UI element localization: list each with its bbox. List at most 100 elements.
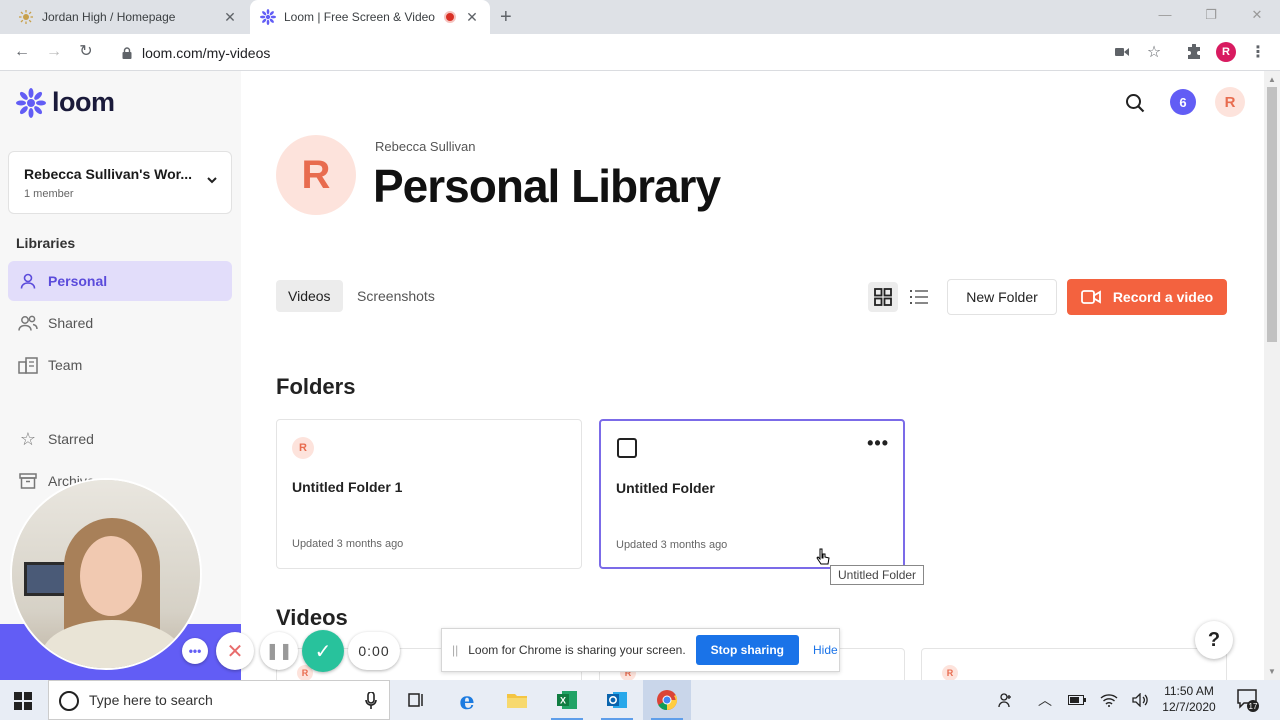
people-icon xyxy=(18,313,38,333)
list-view-toggle[interactable] xyxy=(904,282,934,312)
loom-logo[interactable]: loom xyxy=(16,87,115,118)
chevron-up-icon[interactable]: ︿ xyxy=(1034,680,1056,720)
clock-time: 11:50 AM xyxy=(1164,684,1214,698)
recording-more-button[interactable]: ••• xyxy=(182,638,208,664)
task-view-icon[interactable] xyxy=(392,680,440,720)
hide-button[interactable]: Hide xyxy=(813,643,838,657)
tab-videos[interactable]: Videos xyxy=(276,280,343,312)
sidebar-item-label: Team xyxy=(48,357,83,373)
chrome-profile-avatar[interactable]: R xyxy=(1216,42,1236,62)
search-icon[interactable] xyxy=(1125,93,1145,118)
pause-recording-button[interactable]: ❚❚ xyxy=(260,632,298,670)
list-icon xyxy=(910,290,928,304)
workspace-members: 1 member xyxy=(24,188,74,200)
cancel-recording-button[interactable]: ✕ xyxy=(216,632,254,670)
excel-icon[interactable]: X xyxy=(543,680,591,720)
folders-heading: Folders xyxy=(276,374,356,399)
folder-card[interactable]: ••• Untitled Folder Updated 3 months ago xyxy=(599,419,905,569)
close-tab-icon[interactable]: ✕ xyxy=(222,9,238,26)
folder-name: Untitled Folder 1 xyxy=(292,479,403,495)
extensions-puzzle-icon[interactable] xyxy=(1184,42,1204,62)
microphone-icon[interactable] xyxy=(365,692,377,710)
building-icon xyxy=(18,355,38,375)
select-checkbox[interactable] xyxy=(617,438,637,458)
sidebar-item-personal[interactable]: Personal xyxy=(8,261,232,301)
taskbar-search[interactable]: Type here to search xyxy=(48,680,390,720)
tab-screenshots[interactable]: Screenshots xyxy=(345,280,447,312)
folder-card[interactable]: R Untitled Folder 1 Updated 3 months ago xyxy=(276,419,582,569)
screen-share-bar: || Loom for Chrome is sharing your scree… xyxy=(441,628,840,672)
window-controls: — ❐ ✕ xyxy=(1142,0,1280,30)
grid-view-toggle[interactable] xyxy=(868,282,898,312)
workspace-name: Rebecca Sullivan's Wor... xyxy=(24,166,193,182)
share-message: Loom for Chrome is sharing your screen. xyxy=(468,643,686,657)
cortana-icon xyxy=(59,691,79,711)
sidebar-item-team[interactable]: Team xyxy=(8,345,232,385)
edge-icon[interactable]: e xyxy=(443,680,491,720)
library-owner-name: Rebecca Sullivan xyxy=(375,139,476,154)
sidebar-item-label: Shared xyxy=(48,315,94,331)
new-folder-button[interactable]: New Folder xyxy=(947,279,1057,315)
close-tab-icon[interactable]: ✕ xyxy=(464,9,480,26)
scroll-down-icon[interactable]: ▼ xyxy=(1268,667,1276,676)
scrollbar-thumb[interactable] xyxy=(1267,87,1277,342)
libraries-label: Libraries xyxy=(16,235,76,251)
tab-loom[interactable]: Loom | Free Screen & Video ✕ xyxy=(250,0,490,34)
chrome-menu-icon[interactable]: ⋮ xyxy=(1248,42,1268,62)
close-window-icon[interactable]: ✕ xyxy=(1234,0,1280,30)
video-camera-icon xyxy=(1080,290,1101,304)
folder-updated: Updated 3 months ago xyxy=(292,538,404,550)
minimize-icon[interactable]: — xyxy=(1142,0,1188,30)
address-bar-row: ← → ↻ loom.com/my-videos ☆ R ⋮ xyxy=(0,34,1280,71)
drag-handle-icon[interactable]: || xyxy=(452,643,458,657)
folder-name: Untitled Folder xyxy=(616,480,715,496)
tab-title: Loom | Free Screen & Video xyxy=(284,10,435,24)
workspace-switcher[interactable]: Rebecca Sullivan's Wor... 1 member xyxy=(8,151,232,214)
wifi-icon[interactable] xyxy=(1098,680,1120,720)
page-scrollbar[interactable]: ▲ ▼ xyxy=(1264,71,1280,680)
chrome-icon[interactable] xyxy=(643,680,691,720)
webcam-bubble[interactable] xyxy=(10,478,202,670)
outlook-icon[interactable] xyxy=(593,680,641,720)
stop-sharing-button[interactable]: Stop sharing xyxy=(695,635,800,665)
volume-icon[interactable] xyxy=(1130,680,1152,720)
library-avatar: R xyxy=(276,135,356,215)
windows-taskbar: Type here to search e X ︿ 11:50 AM 12/7/… xyxy=(0,680,1280,720)
restore-icon[interactable]: ❐ xyxy=(1188,0,1234,30)
scroll-up-icon[interactable]: ▲ xyxy=(1268,75,1276,84)
tab-jordan-high[interactable]: Jordan High / Homepage ✕ xyxy=(8,0,248,34)
windows-start-icon[interactable] xyxy=(14,692,32,710)
back-arrow-icon[interactable]: ← xyxy=(12,42,32,62)
taskbar-clock[interactable]: 11:50 AM 12/7/2020 xyxy=(1156,683,1222,715)
folder-tooltip: Untitled Folder xyxy=(830,565,925,585)
new-tab-button[interactable]: + xyxy=(500,6,512,29)
user-avatar[interactable]: R xyxy=(1215,87,1245,117)
action-center-icon[interactable]: 17 xyxy=(1236,688,1260,717)
logo-text: loom xyxy=(52,87,115,117)
browser-tab-bar: Jordan High / Homepage ✕ Loom | Free Scr… xyxy=(0,0,1280,34)
video-card[interactable]: R xyxy=(921,648,1227,680)
more-options-icon[interactable]: ••• xyxy=(867,433,889,454)
video-owner-avatar: R xyxy=(942,665,958,680)
url-bar[interactable]: loom.com/my-videos xyxy=(108,38,1168,67)
file-explorer-icon[interactable] xyxy=(493,680,541,720)
help-button[interactable]: ? xyxy=(1195,621,1233,659)
picture-frame xyxy=(24,562,68,596)
camera-icon[interactable] xyxy=(1112,42,1132,62)
main-content: 6 R R Rebecca Sullivan Personal Library … xyxy=(241,71,1264,680)
finish-recording-button[interactable]: ✓ xyxy=(302,630,344,672)
sidebar-item-starred[interactable]: ☆ Starred xyxy=(8,419,232,459)
tab-title: Jordan High / Homepage xyxy=(42,10,176,24)
battery-icon[interactable] xyxy=(1066,680,1088,720)
bookmark-star-icon[interactable]: ☆ xyxy=(1144,42,1164,62)
recording-indicator-icon xyxy=(444,11,456,23)
sidebar-item-shared[interactable]: Shared xyxy=(8,303,232,343)
people-tray-icon[interactable] xyxy=(994,680,1018,720)
forward-arrow-icon[interactable]: → xyxy=(44,42,64,62)
recording-timer: 0:00 xyxy=(348,632,400,670)
sidebar-item-label: Personal xyxy=(48,273,108,289)
star-icon: ☆ xyxy=(19,428,37,449)
reload-icon[interactable]: ↻ xyxy=(76,42,96,62)
record-video-button[interactable]: Record a video xyxy=(1067,279,1227,315)
notification-badge[interactable]: 6 xyxy=(1170,89,1196,115)
